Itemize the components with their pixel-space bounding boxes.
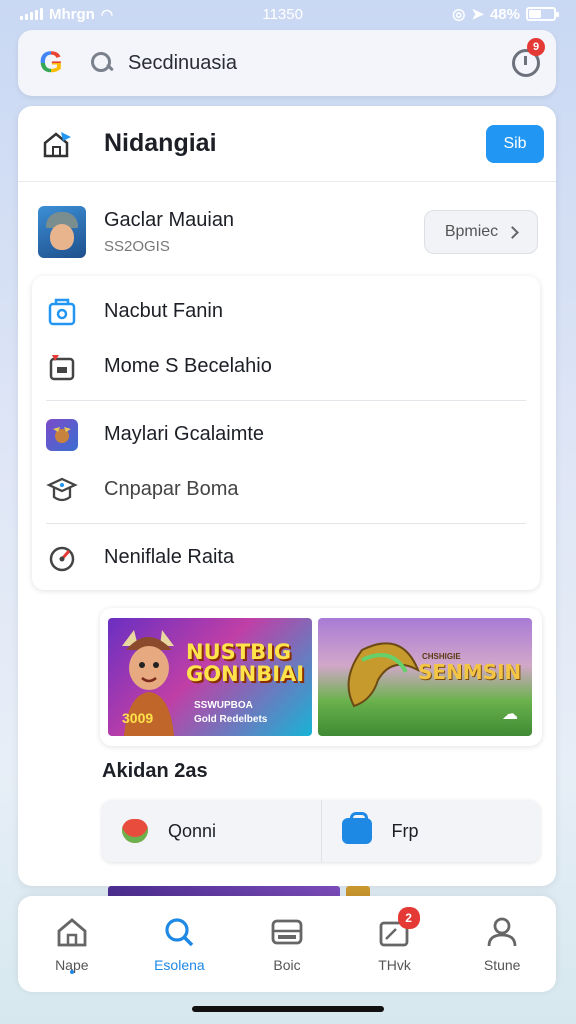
alarm-icon: ◎ [452,6,466,23]
history-button[interactable]: 9 [512,38,545,77]
shield-folder-icon [46,296,78,328]
action-label: Qonni [168,820,217,841]
banner-price: 3009 [122,710,154,726]
menu-list: Nacbut Fanin Mome S Becelahio Maylari Gc… [32,276,540,590]
action-item-1[interactable]: Frp [320,800,541,862]
home-icon [55,915,89,949]
action-item-0[interactable]: Qonni [102,800,321,862]
menu-item-label: Maylari Gcalaimte [104,423,265,445]
nav-label: THvk [378,957,411,973]
app-open-label: Bpmiec [444,223,499,240]
search-bar[interactable]: G Secdinuasia 9 [18,30,556,96]
header-action-button[interactable]: Sib [486,124,544,163]
menu-item-2[interactable]: Maylari Gcalaimte [46,407,526,462]
menu-item-3[interactable]: Cnpapar Boma [46,462,526,517]
nav-item-inbox[interactable]: 2 THvk [341,896,449,992]
history-icon [524,56,527,65]
calendar-icon [46,351,78,383]
nav-item-explore[interactable]: Esolena [126,896,234,992]
golden-horn-icon [347,642,420,708]
wifi-icon: ◠ [100,5,114,22]
menu-divider [46,400,526,401]
apple-icon [122,819,148,843]
app-row[interactable]: Gaclar Mauian SS2OGIS Bpmiec [18,182,556,282]
nav-label: Boic [273,957,301,973]
home-indicator[interactable] [192,1006,384,1012]
notification-badge: 9 [527,38,545,56]
battery-percent: 48% [489,5,520,23]
graduation-cap-icon [46,474,78,506]
menu-divider [46,523,526,524]
battery-icon [525,7,559,21]
nav-item-home[interactable]: Nape [18,896,126,992]
banner-tag-line2: Gold Redelbets [194,714,268,725]
carrier-label: Mhrgn [49,5,95,23]
status-bar: Mhrgn ◠ 11350 ◎ ➤ 48% [0,0,576,28]
app-subtitle: SS2OGIS [104,238,170,255]
location-icon: ➤ [471,6,484,23]
library-icon [270,915,304,949]
status-time: 11350 [262,5,303,23]
active-indicator [69,970,74,974]
bottom-nav: Nape Esolena Boic 2 THvk Stune [18,896,556,992]
promo-card: NUSTBIG GONNBIAI 3009 SSWUPBOA Gold Rede… [100,608,542,746]
nav-item-library[interactable]: Boic [233,896,341,992]
nav-label: Esolena [154,957,205,973]
menu-item-4[interactable]: Neniflale Raita [46,530,526,585]
promo-banner-right[interactable]: CHSHIGIE SENMSIN ☁ [318,618,532,736]
search-input[interactable]: Secdinuasia [128,52,512,75]
app-open-button[interactable]: Bpmiec [424,210,538,254]
menu-item-0[interactable]: Nacbut Fanin [46,284,526,339]
inbox-icon: 2 [378,907,420,949]
google-logo-icon[interactable]: G [34,46,68,80]
app-name: Gaclar Mauian [104,209,235,231]
menu-item-1[interactable]: Mome S Becelahio [46,339,526,394]
quick-actions: Qonni Frp [102,800,540,862]
banner-right-title: SENMSIN [418,660,522,684]
card-header: Nidangiai Sib [18,106,556,182]
shopping-bag-icon [341,812,372,844]
banner-title-line1: NUSTBIG [186,640,292,664]
profile-icon [485,915,519,949]
game-character-icon [46,418,78,451]
search-icon [90,51,114,75]
home-share-icon [42,130,72,158]
cloud-download-icon[interactable]: ☁ [502,704,518,724]
menu-item-label: Nacbut Fanin [104,300,223,322]
page-title: Nidangiai [104,129,217,157]
main-card: Nidangiai Sib Gaclar Mauian SS2OGIS Bpmi… [18,106,556,886]
banner-tag-line1: SSWUPBOA [194,700,253,711]
nav-label: Stune [483,957,521,973]
menu-item-label: Cnpapar Boma [104,478,239,500]
action-label: Frp [391,820,419,841]
signal-icon [20,8,43,20]
menu-item-label: Neniflale Raita [104,546,235,568]
content-peek [108,886,428,896]
chevron-right-icon [506,225,520,239]
banner-title-line2: GONNBIAI [186,662,305,686]
nav-item-profile[interactable]: Stune [448,896,556,992]
promo-banner-left[interactable]: NUSTBIG GONNBIAI 3009 SSWUPBOA Gold Rede… [108,618,312,736]
app-thumbnail [38,206,86,258]
search-icon [162,915,196,949]
inbox-badge: 2 [397,907,420,929]
menu-item-label: Mome S Becelahio [104,355,272,377]
gauge-icon [46,542,78,574]
section-title: Akidan 2as [102,760,208,782]
